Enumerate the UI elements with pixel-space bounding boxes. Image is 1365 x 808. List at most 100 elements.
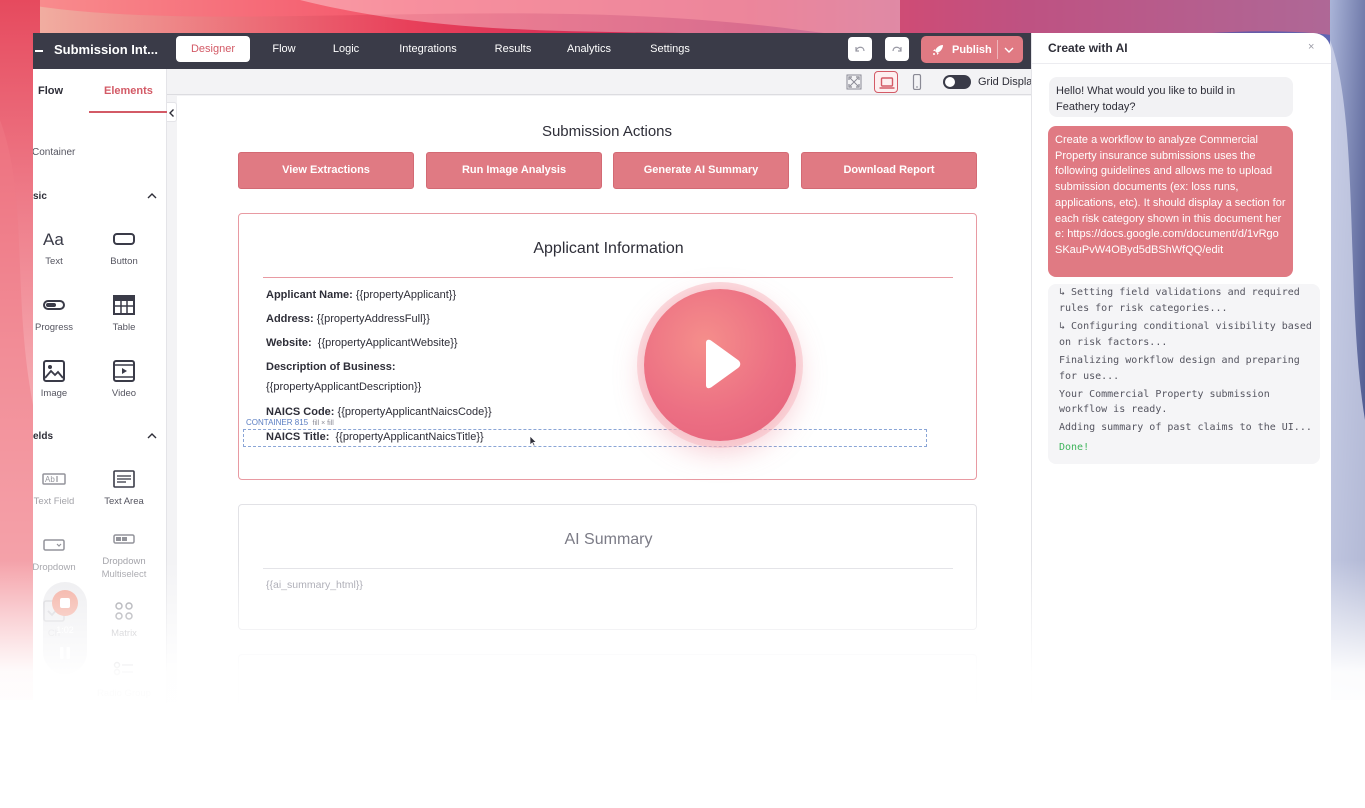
redo-button[interactable] [885,37,909,61]
field-description-value[interactable]: {{propertyApplicantDescription}} [266,381,421,393]
view-extractions-button[interactable]: View Extractions [238,152,414,189]
applicant-card-title: Applicant Information [533,240,684,257]
recording-time: 1:02 [56,625,74,635]
tab-analytics[interactable]: Analytics [556,36,622,62]
element-button[interactable]: Button [94,227,154,268]
tab-flow[interactable]: Flow [259,36,309,62]
element-text-area[interactable]: Text Area [94,467,154,508]
panel-tab-elements[interactable]: Elements [104,85,153,97]
tab-integrations[interactable]: Integrations [387,36,469,62]
collapse-panel-button[interactable] [167,102,177,122]
section-basic-title: sic [33,191,47,202]
image-icon [43,360,65,382]
text-field-icon: Ab [42,473,66,485]
active-tab-indicator [89,111,167,113]
ai-summary-placeholder: {{ai_summary_html}} [266,579,363,591]
element-image[interactable]: Image [33,359,84,400]
element-table[interactable]: Table [94,293,154,334]
ai-summary-title: AI Summary [564,531,653,548]
dropdown-multiselect-icon [113,534,135,544]
field-address[interactable]: Address: {{propertyAddressFull}} [266,313,430,325]
text-area-icon [113,470,135,488]
grid-display-toggle[interactable] [943,75,971,89]
video-icon [113,360,135,382]
mobile-view-button[interactable] [905,71,929,93]
run-image-analysis-button[interactable]: Run Image Analysis [426,152,602,189]
element-matrix[interactable]: Matrix [94,599,154,640]
publish-label: Publish [952,44,992,56]
undo-button[interactable] [848,37,872,61]
svg-text:Aa: Aa [43,230,64,249]
screenshot-stage: { "app": { "title": "Submission Int...",… [0,0,1365,808]
assistant-greeting-message: Hello! What would you like to build in F… [1049,77,1293,117]
element-text[interactable]: Aa Text [33,227,84,268]
progress-bar-icon [43,300,65,310]
text-aa-icon: Aa [43,230,64,249]
create-with-ai-panel: Create with AI × Hello! What would you l… [1031,33,1331,703]
fullscreen-view-button[interactable] [842,71,866,93]
element-dropdown[interactable]: Dropdown [33,533,84,574]
user-prompt-message: Create a workflow to analyze Commercial … [1048,126,1293,277]
element-video[interactable]: Video [94,359,154,400]
field-naics-code[interactable]: NAICS Code: {{propertyApplicantNaicsCode… [266,406,492,418]
stop-icon [60,598,70,608]
app-window: Submission Int... Designer Flow Logic In… [33,33,1331,703]
menu-icon[interactable] [35,50,43,52]
next-section-card[interactable] [238,654,977,703]
download-report-button[interactable]: Download Report [801,152,977,189]
element-dropdown-multiselect[interactable]: Dropdown Multiselect [94,527,154,581]
grid-display-label: Grid Displa [978,76,1033,88]
table-icon [113,295,135,315]
redo-icon [892,46,902,52]
app-title: Submission Int... [54,42,159,57]
field-website[interactable]: Website: {{propertyApplicantWebsite}} [266,337,458,349]
mouse-cursor-icon [529,435,537,447]
chevron-up-icon[interactable] [146,191,158,201]
screen-recorder-widget: 1:02 [43,582,87,674]
generate-ai-summary-button[interactable]: Generate AI Summary [613,152,789,189]
element-text-field[interactable]: Ab Text Field [33,467,84,508]
field-description-label[interactable]: Description of Business: [266,361,396,373]
close-icon[interactable]: × [1308,41,1314,53]
top-bar: Submission Int... Designer Flow Logic In… [33,33,1031,69]
assistant-progress-log: ↳ Setting field validations and required… [1048,284,1320,464]
publish-button[interactable]: Publish [921,36,1023,63]
field-applicant-name[interactable]: Applicant Name: {{propertyApplicant}} [266,289,456,301]
stop-recording-button[interactable] [52,590,78,616]
element-radio-group[interactable]: Radio Group [94,659,154,700]
field-naics-title[interactable]: NAICS Title: {{propertyApplicantNaicsTit… [266,431,484,443]
phone-icon [912,74,922,90]
tab-designer[interactable]: Designer [176,36,250,62]
svg-text:Ab: Ab [45,475,55,484]
radio-group-icon [113,661,133,676]
chevron-up-icon[interactable] [146,431,158,441]
undo-icon [855,46,865,52]
card-divider [263,277,953,278]
chevron-down-icon[interactable] [1003,45,1015,55]
expand-icon [846,74,862,90]
container-element[interactable]: Container [33,147,75,158]
panel-tab-flow[interactable]: Flow [38,85,63,97]
play-icon [706,339,741,389]
laptop-icon [879,77,895,89]
tab-logic[interactable]: Logic [321,36,371,62]
dropdown-icon [43,539,65,551]
rocket-icon [933,45,943,55]
ai-panel-title: Create with AI [1048,41,1128,55]
desktop-view-button[interactable] [874,71,898,93]
pause-icon[interactable] [59,646,71,660]
tab-settings[interactable]: Settings [638,36,702,62]
submission-actions-title: Submission Actions [541,123,673,140]
publish-divider [997,40,998,59]
card-divider [263,568,953,569]
element-progress[interactable]: Progress [33,293,84,334]
applicant-information-card[interactable]: Applicant Information Applicant Name: {{… [238,213,977,480]
tab-results[interactable]: Results [485,36,541,62]
button-icon [113,233,135,245]
design-canvas: Submission Actions View Extractions Run … [177,96,1031,703]
video-play-button[interactable] [644,289,796,441]
ai-panel-divider [1032,63,1331,64]
ai-summary-card[interactable]: AI Summary {{ai_summary_html}} [238,504,977,630]
matrix-icon [115,602,133,620]
done-status: Done! [1059,442,1090,453]
